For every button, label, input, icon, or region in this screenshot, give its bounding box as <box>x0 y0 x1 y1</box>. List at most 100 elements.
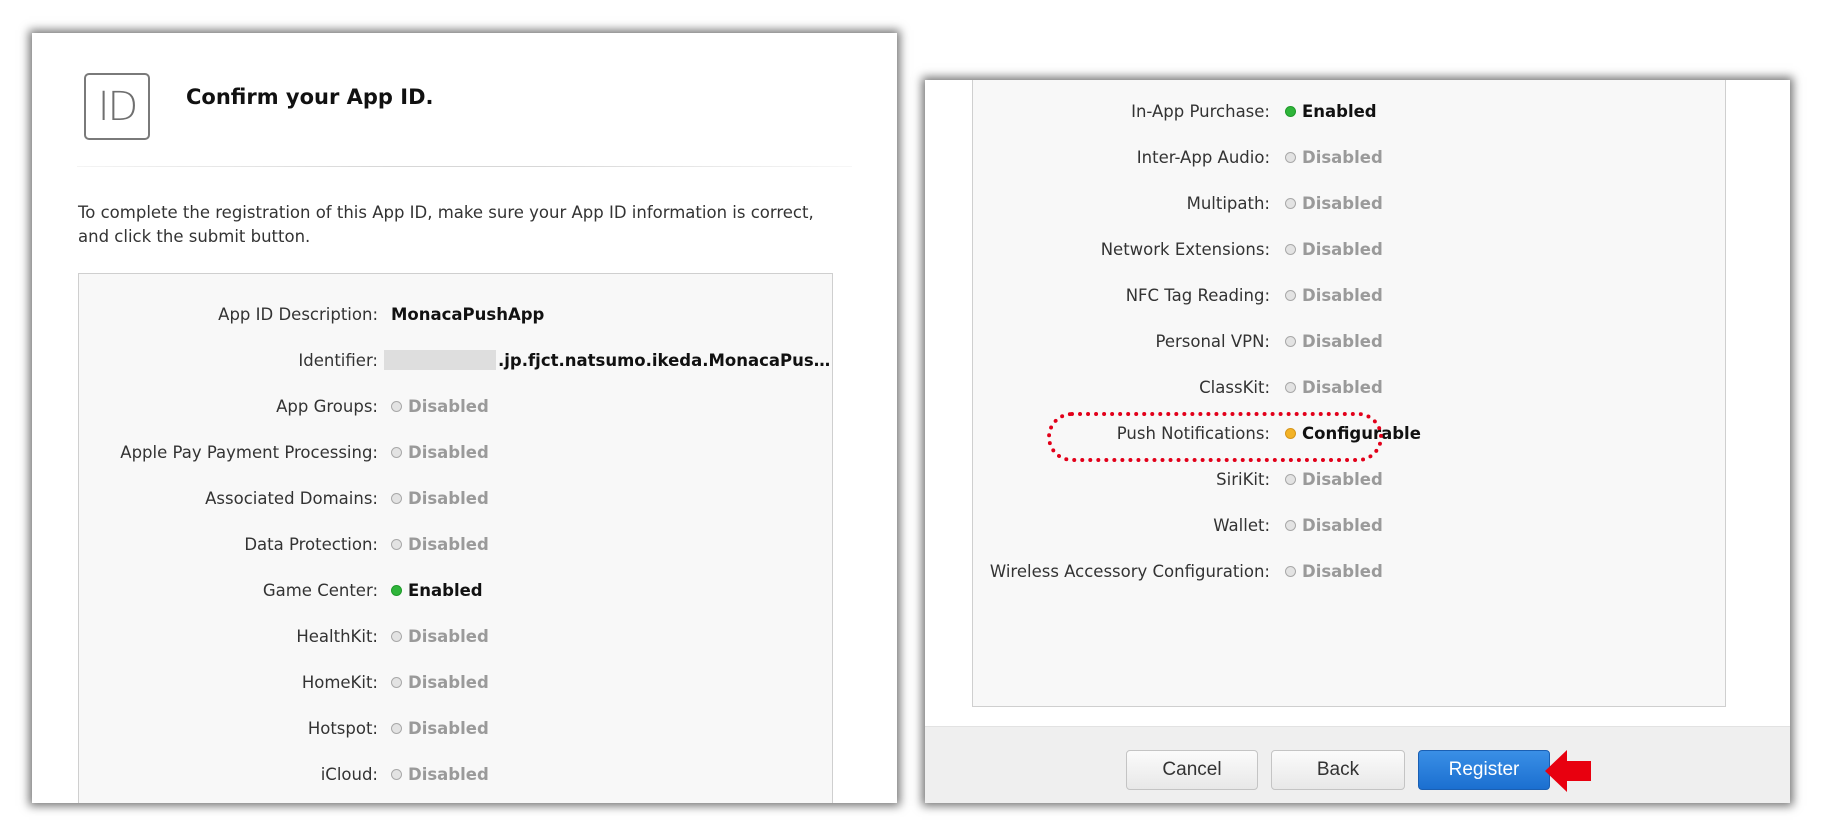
row-value: Disabled <box>391 627 489 646</box>
status-text: Disabled <box>408 672 489 692</box>
status-dot-icon <box>1285 289 1296 301</box>
capability-row-classkit: ClassKit: Disabled <box>973 372 1725 402</box>
status-text: Disabled <box>408 626 489 646</box>
status-text: Disabled <box>1302 377 1383 397</box>
status-text: Disabled <box>408 442 489 462</box>
row-value: Disabled <box>1285 378 1383 397</box>
redacted-team-id <box>384 350 496 370</box>
status-text: Disabled <box>408 396 489 416</box>
status-text: Disabled <box>1302 515 1383 535</box>
status-text: Disabled <box>408 534 489 554</box>
status-text: Enabled <box>1302 101 1377 121</box>
status-dot-icon <box>1285 381 1296 393</box>
status-dot-icon <box>1285 565 1296 577</box>
capability-row-data-protection: Data Protection: Disabled <box>79 529 832 559</box>
status-dot-icon <box>1285 197 1296 209</box>
row-value: Disabled <box>1285 470 1383 489</box>
row-value: Disabled <box>1285 562 1383 581</box>
status-dot-icon <box>1285 473 1296 485</box>
capability-row-personal-vpn: Personal VPN: Disabled <box>973 326 1725 356</box>
row-label: Wallet: <box>1213 515 1270 535</box>
capability-row-sirikit: SiriKit: Disabled <box>973 464 1725 494</box>
status-dot-icon <box>391 630 402 642</box>
row-value: Disabled <box>1285 194 1383 213</box>
row-label: Push Notifications: <box>1116 423 1270 443</box>
capability-row-wireless-accessory-configuration: Wireless Accessory Configuration: Disable… <box>973 556 1725 586</box>
row-value: MonacaPushApp <box>391 305 544 324</box>
capabilities-summary-box: In-App Purchase: Enabled Inter-App Audio: D… <box>972 80 1726 707</box>
row-label: App Groups: <box>276 396 378 416</box>
row-label: HealthKit: <box>296 626 378 646</box>
status-dot-icon <box>391 584 402 596</box>
value-text: MonacaPushApp <box>391 304 545 324</box>
value-text: .jp.fjct.natsumo.ikeda.MonacaPus… <box>498 350 831 370</box>
row-value: Disabled <box>1285 516 1383 535</box>
capability-row-healthkit: HealthKit: Disabled <box>79 621 832 651</box>
row-value: Disabled <box>391 489 489 508</box>
capability-row-push-notifications: Push Notifications: Configurable <box>973 418 1725 448</box>
status-dot-icon <box>1285 243 1296 255</box>
row-label: Game Center: <box>262 580 378 600</box>
back-button[interactable]: Back <box>1271 750 1405 790</box>
status-dot-icon <box>1285 335 1296 347</box>
capability-row-nfc-tag-reading: NFC Tag Reading: Disabled <box>973 280 1725 310</box>
confirm-app-id-panel: ID Confirm your App ID. To complete the … <box>32 33 897 803</box>
capability-row-app-groups: App Groups: Disabled <box>79 391 832 421</box>
status-text: Disabled <box>1302 285 1383 305</box>
row-value: Disabled <box>391 397 489 416</box>
row-label: iCloud: <box>320 764 378 784</box>
capability-row-apple-pay-payment-processing: Apple Pay Payment Processing: Disabled <box>79 437 832 467</box>
row-label: Data Protection: <box>244 534 378 554</box>
row-value: Disabled <box>1285 148 1383 167</box>
capability-row-network-extensions: Network Extensions: Disabled <box>973 234 1725 264</box>
cancel-button[interactable]: Cancel <box>1126 750 1258 790</box>
row-label: SiriKit: <box>1216 469 1270 489</box>
row-value: .jp.fjct.natsumo.ikeda.MonacaPus… <box>384 350 830 370</box>
row-label: Network Extensions: <box>1100 239 1270 259</box>
row-label: Apple Pay Payment Processing: <box>120 442 378 462</box>
status-dot-icon <box>1285 519 1296 531</box>
capability-row-homekit: HomeKit: Disabled <box>79 667 832 697</box>
status-dot-icon <box>1285 105 1296 117</box>
status-text: Disabled <box>1302 561 1383 581</box>
row-label: Personal VPN: <box>1155 331 1270 351</box>
status-text: Disabled <box>1302 239 1383 259</box>
register-button[interactable]: Register <box>1418 750 1550 790</box>
row-value: Configurable <box>1285 424 1421 443</box>
row-value: Disabled <box>391 673 489 692</box>
page-title: Confirm your App ID. <box>186 85 434 109</box>
status-text: Configurable <box>1302 423 1421 443</box>
row-label: Wireless Accessory Configuration: <box>989 561 1270 581</box>
row-label: HomeKit: <box>301 672 378 692</box>
row-label: NFC Tag Reading: <box>1125 285 1270 305</box>
status-text: Enabled <box>408 580 483 600</box>
arrow-left-icon <box>1545 750 1591 792</box>
status-text: Disabled <box>408 764 489 784</box>
row-label: ClassKit: <box>1199 377 1270 397</box>
status-text: Disabled <box>1302 193 1383 213</box>
row-label: Identifier: <box>298 350 378 370</box>
capability-row-hotspot: Hotspot: Disabled <box>79 713 832 743</box>
capability-row-game-center: Game Center: Enabled <box>79 575 832 605</box>
row-label: In-App Purchase: <box>1131 101 1270 121</box>
status-dot-icon <box>1285 427 1296 439</box>
status-text: Disabled <box>1302 147 1383 167</box>
row-value: Disabled <box>1285 332 1383 351</box>
row-value: Disabled <box>391 765 489 784</box>
status-dot-icon <box>391 492 402 504</box>
status-dot-icon <box>391 400 402 412</box>
app-id-icon: ID <box>84 73 150 140</box>
status-dot-icon <box>391 538 402 550</box>
status-text: Disabled <box>408 488 489 508</box>
capability-row-in-app-purchase: In-App Purchase: Enabled <box>973 96 1725 126</box>
row-label: App ID Description: <box>218 304 378 324</box>
capability-row-wallet: Wallet: Disabled <box>973 510 1725 540</box>
status-text: Disabled <box>1302 331 1383 351</box>
capability-row-associated-domains: Associated Domains: Disabled <box>79 483 832 513</box>
status-dot-icon <box>391 722 402 734</box>
row-label: Multipath: <box>1186 193 1270 213</box>
row-value: Disabled <box>391 719 489 738</box>
status-text: Disabled <box>1302 469 1383 489</box>
status-dot-icon <box>391 768 402 780</box>
status-dot-icon <box>391 676 402 688</box>
